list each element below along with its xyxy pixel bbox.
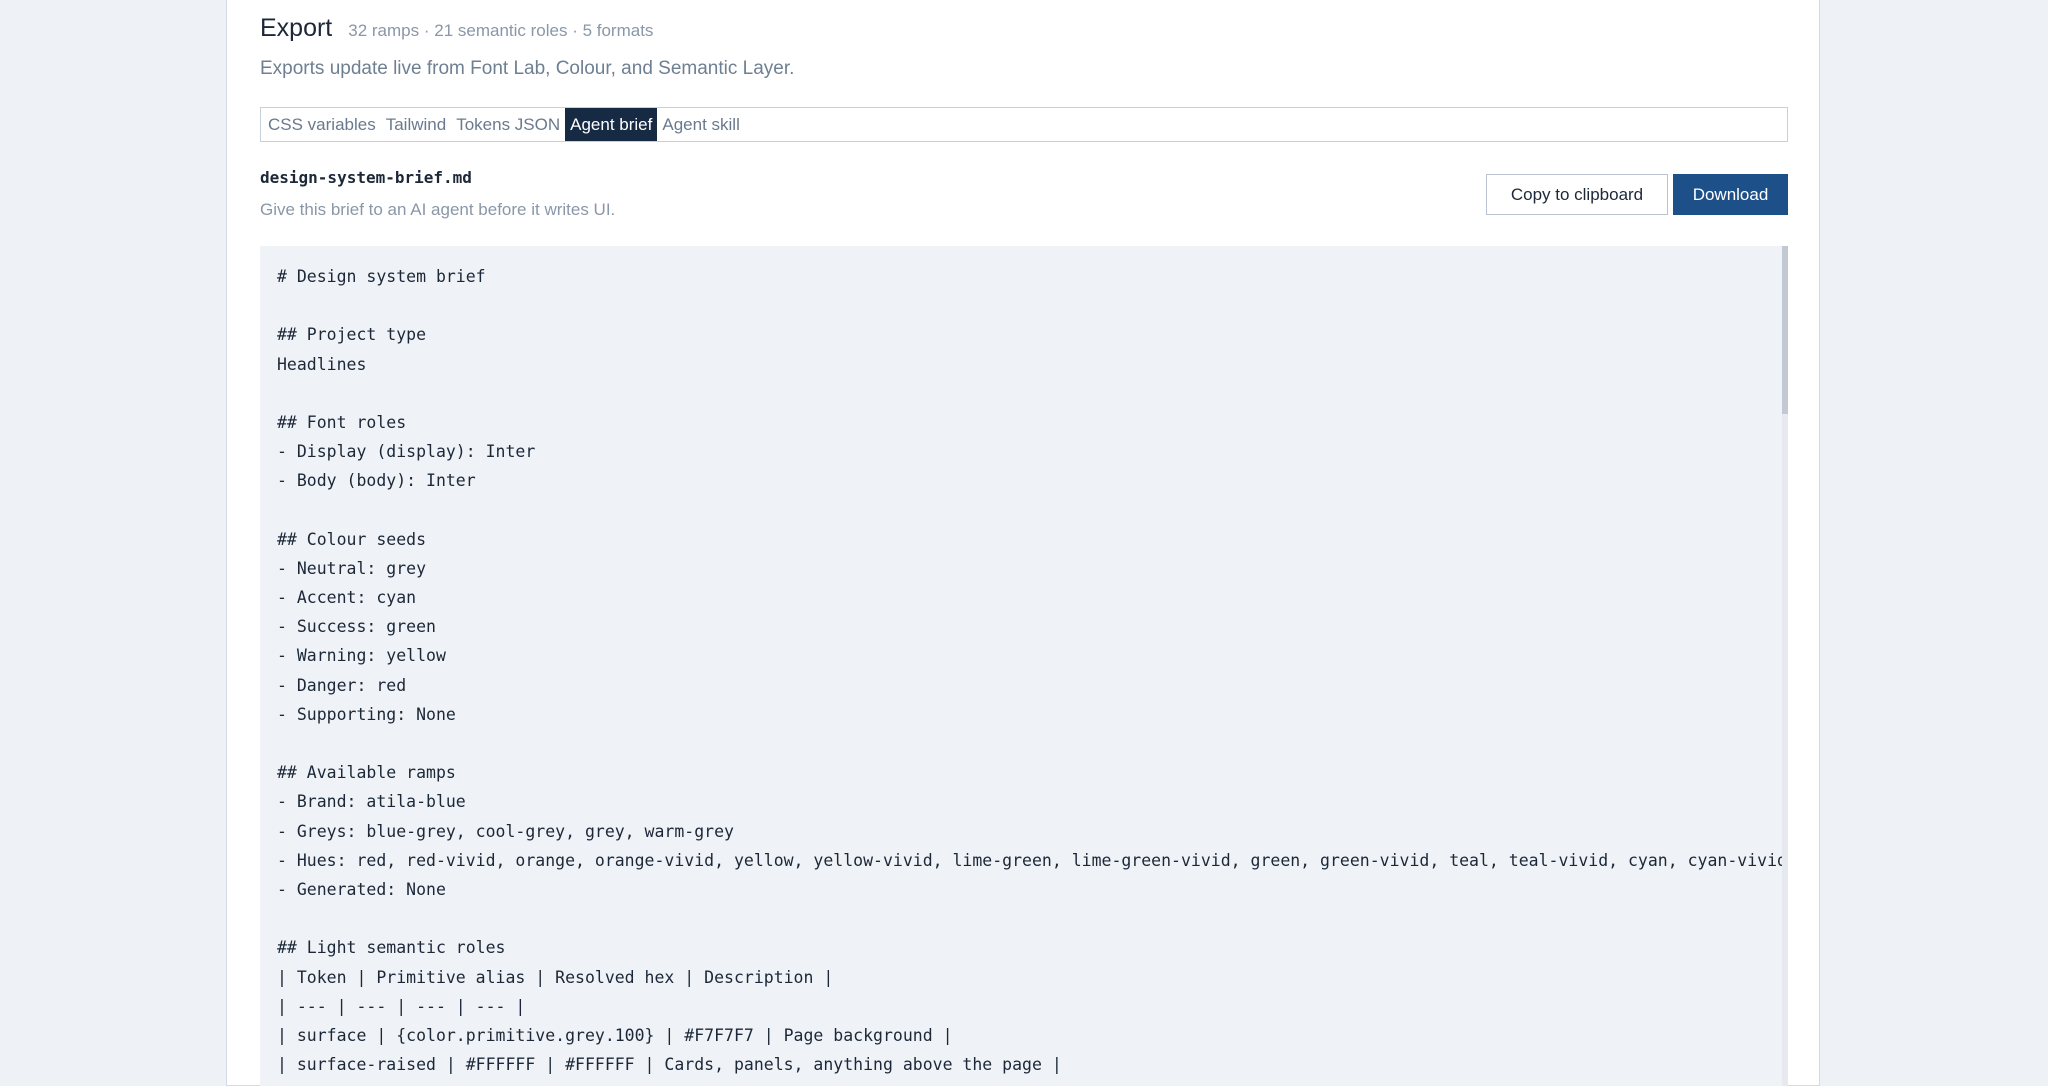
code-line: ## Font roles (277, 412, 407, 432)
copy-to-clipboard-button[interactable]: Copy to clipboard (1486, 174, 1668, 215)
export-subtitle: Exports update live from Font Lab, Colou… (260, 58, 795, 79)
download-button[interactable]: Download (1673, 174, 1788, 215)
tab-tokens-json[interactable]: Tokens JSON (451, 108, 565, 141)
code-line: ## Project type (277, 325, 427, 345)
export-meta: 32 ramps · 21 semantic roles · 5 formats (348, 21, 654, 40)
code-line: Headlines (277, 354, 367, 374)
code-line: ## Colour seeds (277, 529, 427, 549)
code-line: | Token | Primitive alias | Resolved hex… (277, 967, 834, 987)
code-line: - Accent: cyan (277, 588, 417, 608)
code-line: - Supporting: None (277, 704, 456, 724)
code-line: - Display (display): Inter (277, 442, 536, 462)
tab-css-variables[interactable]: CSS variables (263, 108, 381, 141)
code-line: ## Available ramps (277, 763, 456, 783)
code-preview[interactable]: # Design system brief ## Project type Head… (260, 246, 1788, 1086)
code-line: ## Light semantic roles (277, 938, 506, 958)
file-name: design-system-brief.md (260, 168, 472, 187)
code-line: - Neutral: grey (277, 558, 427, 578)
code-line: - Generated: None (277, 879, 446, 899)
tab-agent-brief[interactable]: Agent brief (565, 108, 658, 141)
code-line: - Success: green (277, 617, 436, 637)
tab-agent-skill[interactable]: Agent skill (657, 108, 744, 141)
export-header: Export 32 ramps · 21 semantic roles · 5 … (260, 14, 653, 43)
code-line: | --- | --- | --- | --- | (277, 996, 526, 1016)
page-title: Export (260, 14, 333, 42)
code-content: # Design system brief ## Project type Head… (277, 262, 1782, 1079)
code-line: - Hues: red, red-vivid, orange, orange-v… (277, 850, 1782, 870)
format-tabs: CSS variables Tailwind Tokens JSON Agent br… (260, 107, 1788, 142)
file-hint: Give this brief to an AI agent before it… (260, 200, 616, 219)
code-line: - Greys: blue-grey, cool-grey, grey, war… (277, 821, 734, 841)
code-line: | surface-raised | #FFFFFF | #FFFFFF | C… (277, 1055, 1062, 1075)
scrollbar-thumb[interactable] (1782, 246, 1788, 414)
code-line: # Design system brief (277, 267, 486, 286)
code-line: - Danger: red (277, 675, 407, 695)
code-line: - Brand: atila-blue (277, 792, 466, 812)
code-scrollbar[interactable] (1782, 246, 1788, 1086)
code-line: - Body (body): Inter (277, 471, 476, 491)
code-line: | surface | {color.primitive.grey.100} |… (277, 1025, 953, 1045)
code-line: - Warning: yellow (277, 646, 446, 666)
tab-tailwind[interactable]: Tailwind (381, 108, 451, 141)
